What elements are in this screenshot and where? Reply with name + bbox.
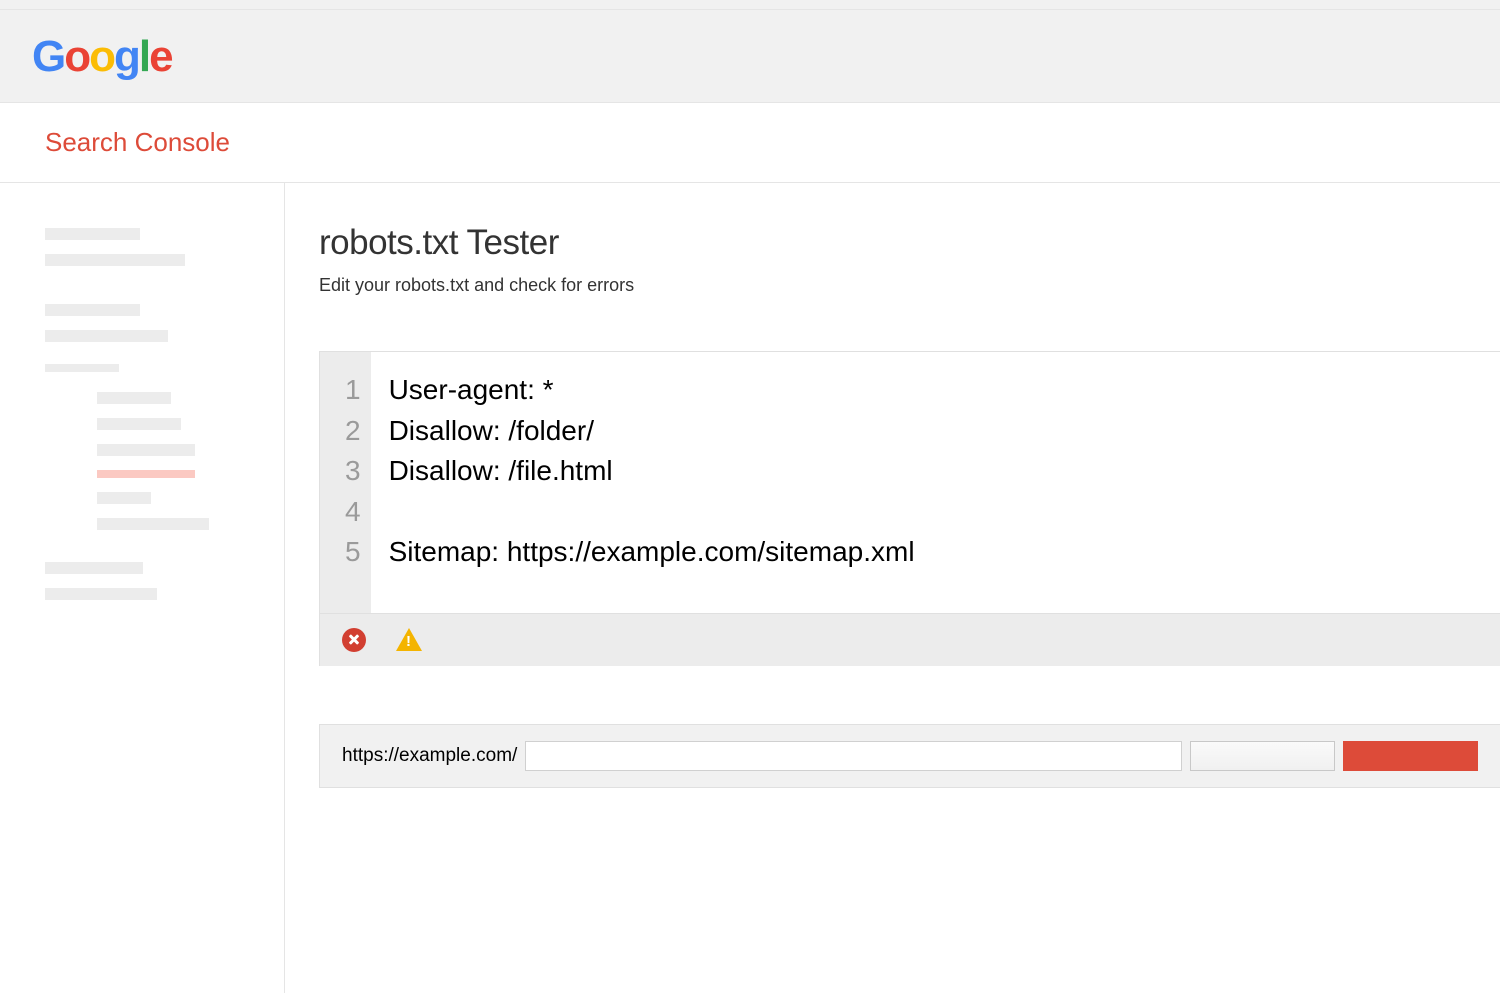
code-line: Disallow: /file.html — [389, 451, 1482, 492]
url-tester-bar: https://example.com/ — [319, 724, 1500, 788]
error-icon[interactable] — [342, 628, 366, 652]
google-logo[interactable]: G o o g l e — [32, 32, 172, 82]
logo-char: g — [114, 32, 139, 82]
sidebar-placeholder — [45, 562, 143, 574]
sidebar-placeholder — [97, 492, 151, 504]
code-line: Disallow: /folder/ — [389, 411, 1482, 452]
product-bar: Search Console — [0, 103, 1500, 183]
url-path-input[interactable] — [525, 741, 1182, 771]
line-number: 2 — [345, 411, 361, 452]
sidebar-placeholder — [45, 254, 185, 266]
warning-icon[interactable] — [396, 628, 422, 651]
line-number: 5 — [345, 532, 361, 573]
useragent-dropdown[interactable] — [1190, 741, 1335, 771]
robots-editor[interactable]: 1 2 3 4 5 User-agent: * Disallow: /folde… — [319, 351, 1500, 614]
sidebar-placeholder-active — [97, 470, 195, 478]
sidebar-placeholder — [97, 518, 209, 530]
logo-char: o — [64, 32, 89, 82]
content-area: robots.txt Tester Edit your robots.txt a… — [285, 183, 1500, 993]
url-prefix: https://example.com/ — [342, 745, 517, 767]
main-container: robots.txt Tester Edit your robots.txt a… — [0, 183, 1500, 993]
code-area[interactable]: User-agent: * Disallow: /folder/ Disallo… — [371, 352, 1500, 613]
code-line: Sitemap: https://example.com/sitemap.xml — [389, 532, 1482, 573]
logo-char: e — [149, 32, 171, 82]
sidebar-placeholder — [45, 330, 168, 342]
sidebar-placeholder — [45, 228, 140, 240]
sidebar-placeholder — [97, 418, 181, 430]
top-divider — [0, 0, 1500, 10]
sidebar-placeholder — [45, 304, 140, 316]
status-bar — [319, 614, 1500, 666]
sidebar-placeholder — [97, 444, 195, 456]
product-name[interactable]: Search Console — [45, 127, 1455, 158]
page-subtitle: Edit your robots.txt and check for error… — [319, 275, 1500, 296]
sidebar — [0, 183, 285, 993]
sidebar-placeholder — [45, 364, 119, 372]
line-number: 4 — [345, 492, 361, 533]
logo-char: G — [32, 32, 64, 82]
line-gutter: 1 2 3 4 5 — [320, 352, 371, 613]
sidebar-placeholder — [97, 392, 171, 404]
code-line — [389, 492, 1482, 533]
page-title: robots.txt Tester — [319, 223, 1500, 263]
sidebar-placeholder — [45, 588, 157, 600]
test-button[interactable] — [1343, 741, 1478, 771]
line-number: 3 — [345, 451, 361, 492]
line-number: 1 — [345, 370, 361, 411]
logo-char: l — [139, 32, 149, 82]
google-header: G o o g l e — [0, 10, 1500, 103]
logo-char: o — [89, 32, 114, 82]
code-line: User-agent: * — [389, 370, 1482, 411]
